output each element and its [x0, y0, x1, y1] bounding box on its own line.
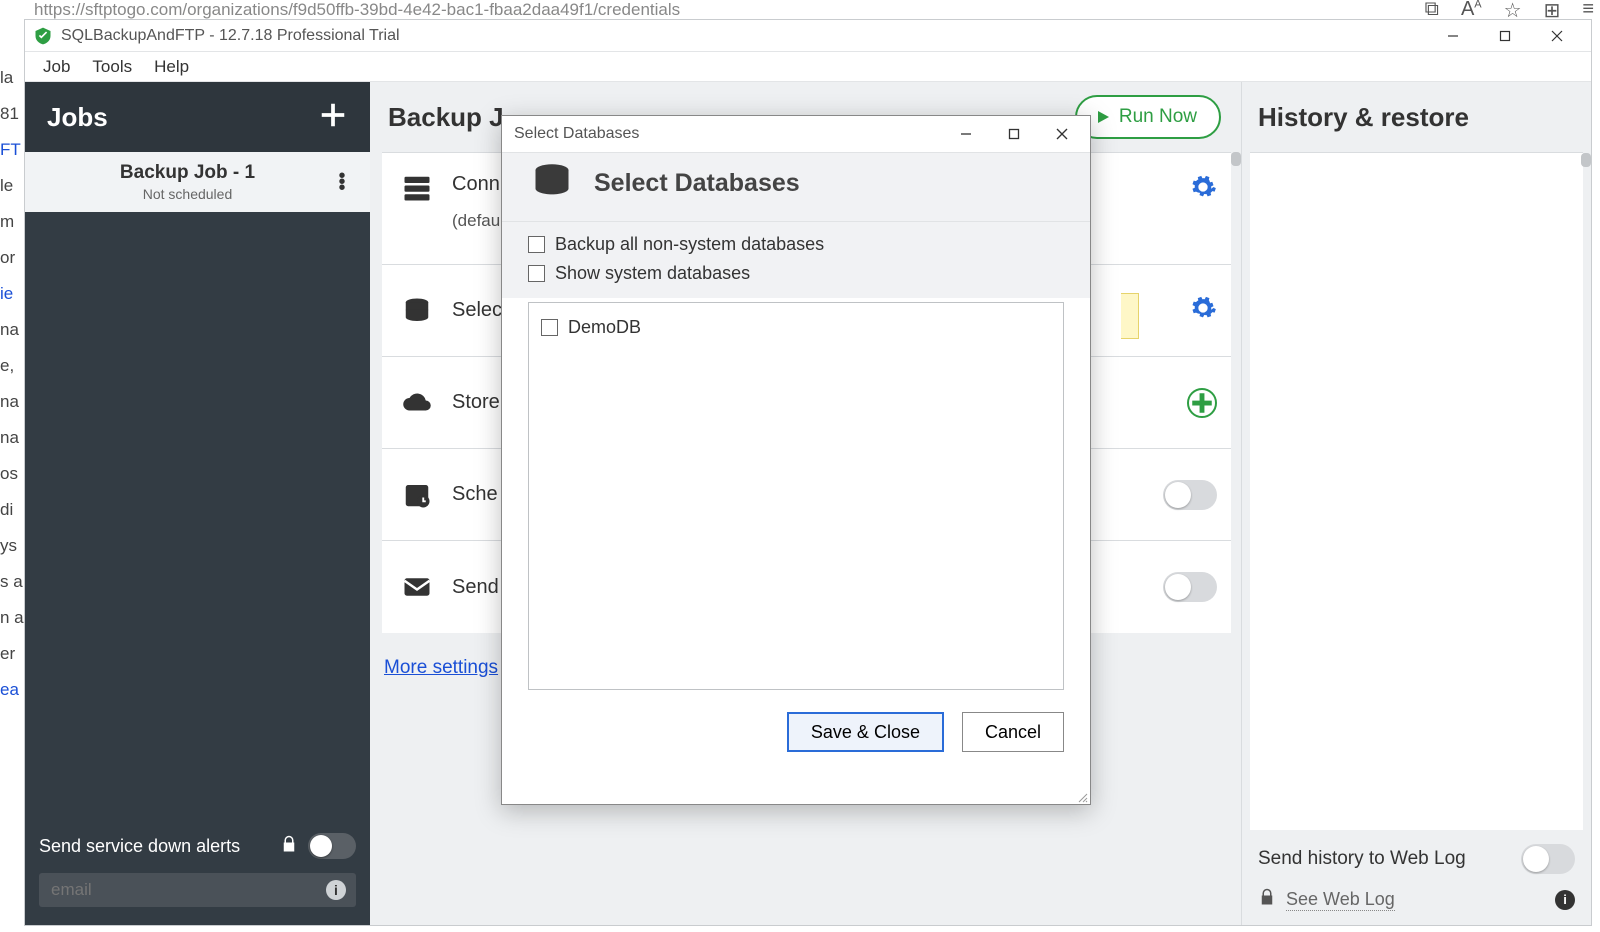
backup-all-checkbox[interactable]: Backup all non-system databases — [528, 230, 1064, 259]
run-now-button[interactable]: Run Now — [1075, 95, 1221, 139]
mail-icon — [400, 572, 434, 602]
resize-grip-icon[interactable] — [1076, 790, 1088, 802]
menu-help[interactable]: Help — [146, 55, 197, 79]
server-icon — [400, 173, 434, 203]
job-item[interactable]: Backup Job - 1 Not scheduled ••• — [25, 152, 370, 212]
checkbox-icon — [528, 236, 545, 253]
job-item-title: Backup Job - 1 — [43, 162, 332, 184]
show-system-label: Show system databases — [555, 263, 750, 284]
row-send-toggle[interactable] — [1163, 572, 1217, 602]
service-down-alerts-row: Send service down alerts — [39, 833, 356, 859]
dialog-minimize-button[interactable] — [946, 120, 986, 148]
database-icon — [400, 296, 434, 326]
backup-all-label: Backup all non-system databases — [555, 234, 824, 255]
info-icon[interactable]: i — [1555, 890, 1575, 910]
jobs-header: Jobs — [25, 82, 370, 152]
center-title: Backup J — [388, 102, 504, 133]
lock-icon — [280, 835, 298, 858]
database-item-label: DemoDB — [568, 317, 641, 338]
database-icon — [528, 161, 576, 205]
service-down-alerts-label: Send service down alerts — [39, 835, 270, 857]
alerts-email-field[interactable]: i — [39, 873, 356, 907]
database-list: DemoDB — [528, 302, 1064, 690]
history-scrollbar[interactable] — [1581, 153, 1591, 167]
row-connect-gear-button[interactable] — [1189, 173, 1217, 206]
calendar-clock-icon — [400, 480, 434, 510]
hint-badge — [1121, 293, 1139, 339]
row-store-title: Store — [452, 391, 500, 414]
weblog-row: Send history to Web Log — [1258, 844, 1575, 874]
window-close-button[interactable] — [1531, 21, 1583, 51]
window-maximize-button[interactable] — [1479, 21, 1531, 51]
menu-job[interactable]: Job — [35, 55, 78, 79]
run-now-label: Run Now — [1119, 106, 1197, 128]
row-store-add-button[interactable] — [1187, 388, 1217, 418]
dialog-titlebar: Select Databases — [502, 116, 1090, 152]
row-select-gear-button[interactable] — [1189, 294, 1217, 327]
browser-url-hint: https://sftptogo.com/organizations/f9d50… — [0, 0, 1600, 20]
row-connect-title: Conn — [452, 173, 500, 196]
add-job-button[interactable] — [318, 100, 348, 135]
dialog-heading: Select Databases — [594, 169, 800, 198]
alerts-email-input[interactable] — [49, 879, 318, 901]
history-list — [1250, 152, 1583, 830]
dialog-header: Select Databases — [502, 152, 1090, 222]
checkbox-icon — [541, 319, 558, 336]
occluded-page-text: la81FTlemorienae,nanaosdiyss an aerea — [0, 60, 24, 860]
history-panel: History & restore Send history to Web Lo… — [1241, 82, 1591, 925]
titlebar: SQLBackupAndFTP - 12.7.18 Professional T… — [25, 20, 1591, 52]
dialog-close-button[interactable] — [1042, 120, 1082, 148]
center-scrollbar[interactable] — [1231, 152, 1241, 925]
cancel-button[interactable]: Cancel — [962, 712, 1064, 752]
row-send-title: Send — [452, 576, 499, 599]
row-schedule-title: Sche — [452, 483, 498, 506]
service-down-alerts-toggle[interactable] — [308, 833, 356, 859]
show-system-checkbox[interactable]: Show system databases — [528, 259, 1064, 288]
history-title: History & restore — [1242, 82, 1591, 152]
row-select-title: Selec — [452, 299, 502, 322]
see-web-log-link[interactable]: See Web Log — [1286, 889, 1395, 911]
dialog-maximize-button[interactable] — [994, 120, 1034, 148]
lock-icon — [1258, 888, 1276, 911]
weblog-label: Send history to Web Log — [1258, 848, 1511, 870]
info-icon[interactable]: i — [326, 880, 346, 900]
menu-tools[interactable]: Tools — [84, 55, 140, 79]
cloud-icon — [400, 388, 434, 418]
menubar: Job Tools Help — [25, 52, 1591, 82]
app-title: SQLBackupAndFTP - 12.7.18 Professional T… — [61, 27, 400, 45]
row-schedule-toggle[interactable] — [1163, 480, 1217, 510]
save-close-button[interactable]: Save & Close — [787, 712, 944, 752]
job-item-status: Not scheduled — [43, 186, 332, 202]
app-logo-icon — [33, 26, 53, 46]
database-item[interactable]: DemoDB — [541, 313, 1051, 342]
weblog-toggle[interactable] — [1521, 844, 1575, 874]
job-item-menu-button[interactable]: ••• — [332, 173, 352, 191]
dialog-title: Select Databases — [514, 125, 946, 143]
jobs-sidebar: Jobs Backup Job - 1 Not scheduled ••• Se… — [25, 82, 370, 925]
window-minimize-button[interactable] — [1427, 21, 1479, 51]
row-connect-sub: (defau — [452, 211, 500, 231]
checkbox-icon — [528, 265, 545, 282]
jobs-title: Jobs — [47, 102, 108, 133]
select-databases-dialog: Select Databases Select Databases Backup… — [501, 115, 1091, 805]
